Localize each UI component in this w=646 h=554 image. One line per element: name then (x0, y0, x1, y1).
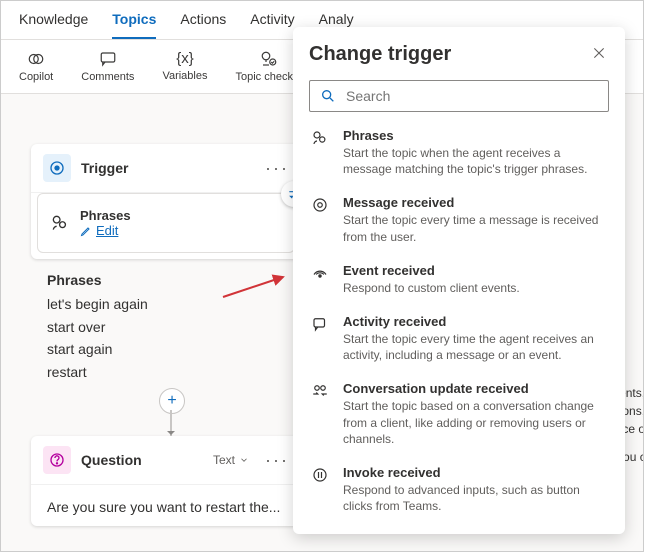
message-icon (309, 195, 331, 244)
question-type-picker[interactable]: Text (213, 453, 249, 467)
option-phrases[interactable]: PhrasesStart the topic when the agent re… (309, 128, 609, 177)
option-conversation-update[interactable]: Conversation update receivedStart the to… (309, 381, 609, 447)
panel-title: Change trigger (309, 43, 609, 66)
toolbar-variables[interactable]: {x} Variables (162, 50, 207, 83)
change-trigger-panel: Change trigger PhrasesStart the topic wh… (293, 27, 625, 534)
edit-phrases-link[interactable]: Edit (80, 223, 131, 238)
toolbar-variables-label: Variables (162, 70, 207, 82)
toolbar-copilot[interactable]: Copilot (19, 50, 53, 83)
tab-topics[interactable]: Topics (112, 11, 156, 39)
tab-activity[interactable]: Activity (250, 11, 294, 39)
checker-icon (260, 50, 278, 68)
phrases-option-icon (309, 128, 331, 177)
tab-actions[interactable]: Actions (180, 11, 226, 39)
trigger-header: Trigger ··· (31, 144, 301, 193)
toolbar-comments[interactable]: Comments (81, 50, 134, 83)
comment-icon (99, 50, 117, 68)
close-button[interactable] (591, 45, 607, 61)
search-input[interactable] (344, 87, 598, 105)
phrase-item: let's begin again (47, 293, 148, 315)
question-icon (43, 446, 71, 474)
question-node[interactable]: Question Text ··· Are you sure you want … (31, 436, 301, 526)
trigger-more-button[interactable]: ··· (265, 158, 289, 179)
conversation-icon (309, 381, 331, 447)
phrase-item: restart (47, 361, 148, 383)
event-icon (309, 263, 331, 296)
question-title: Question (81, 452, 203, 468)
phrases-label: Phrases (80, 208, 131, 223)
pencil-icon (80, 225, 92, 237)
variables-icon: {x} (176, 50, 194, 67)
option-activity-received[interactable]: Activity receivedStart the topic every t… (309, 314, 609, 363)
trigger-node[interactable]: Trigger ··· Phrases Edit (31, 144, 301, 259)
option-event-received[interactable]: Event receivedRespond to custom client e… (309, 263, 609, 296)
option-invoke-received[interactable]: Invoke receivedRespond to advanced input… (309, 465, 609, 514)
option-message-received[interactable]: Message receivedStart the topic every ti… (309, 195, 609, 244)
add-node-button[interactable]: + (159, 388, 185, 414)
toolbar-copilot-label: Copilot (19, 71, 53, 83)
activity-icon (309, 314, 331, 363)
chevron-down-icon (239, 455, 249, 465)
callout-arrow (218, 272, 298, 302)
phrases-list-header: Phrases (47, 269, 148, 291)
search-icon (320, 88, 336, 104)
tab-knowledge[interactable]: Knowledge (19, 11, 88, 39)
trigger-phrases-row[interactable]: Phrases Edit (37, 193, 295, 253)
trigger-icon (43, 154, 71, 182)
question-body: Are you sure you want to restart the... (31, 485, 301, 529)
connector-line (170, 410, 172, 438)
copilot-icon (27, 50, 45, 68)
phrase-item: start again (47, 338, 148, 360)
question-more-button[interactable]: ··· (265, 450, 289, 471)
invoke-icon (309, 465, 331, 514)
search-box[interactable] (309, 80, 609, 112)
phrase-item: start over (47, 316, 148, 338)
phrases-list: Phrases let's begin again start over sta… (47, 269, 148, 383)
phrases-icon (50, 213, 70, 233)
close-icon (591, 45, 607, 61)
question-header: Question Text ··· (31, 436, 301, 485)
toolbar-comments-label: Comments (81, 71, 134, 83)
trigger-title: Trigger (81, 160, 255, 176)
